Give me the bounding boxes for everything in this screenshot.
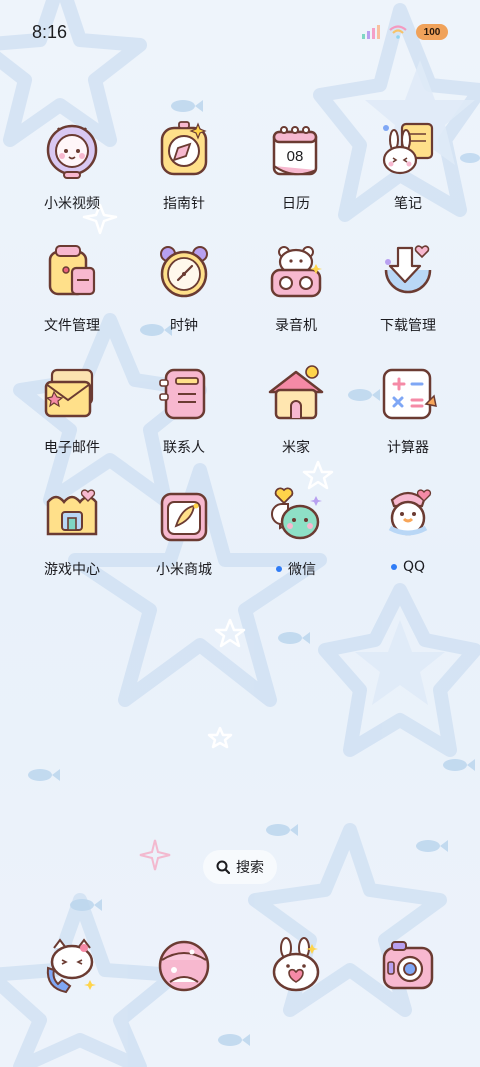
app-label: 小米视频: [44, 196, 100, 212]
app-label: 文件管理: [44, 318, 100, 334]
house-icon: [268, 365, 324, 420]
store-bag-icon: [160, 492, 208, 542]
wifi-icon: [389, 25, 407, 39]
app-contacts[interactable]: 联系人: [128, 356, 240, 478]
app-calendar[interactable]: 08 日历: [240, 112, 352, 234]
app-mi-store[interactable]: 小米商城: [128, 478, 240, 600]
app-clock[interactable]: 时钟: [128, 234, 240, 356]
signal-icon: [362, 25, 380, 39]
new-update-dot: [276, 566, 282, 572]
app-label: 电子邮件: [44, 440, 100, 456]
app-label: 笔记: [394, 196, 422, 212]
calendar-date: 08: [287, 148, 304, 165]
app-notes[interactable]: 笔记: [352, 112, 464, 234]
app-label: 时钟: [170, 318, 198, 334]
app-label: 日历: [282, 196, 310, 212]
message-planet-icon: [158, 940, 210, 992]
wechat-bubble-icon: [270, 487, 322, 540]
app-label: 游戏中心: [44, 562, 100, 578]
app-label: 下载管理: [380, 318, 436, 334]
status-icons: 100: [362, 24, 448, 40]
recorder-bear-icon: [270, 246, 322, 298]
calendar-icon: 08: [272, 126, 318, 176]
phone-kitty-icon: [46, 938, 96, 994]
dock-browser[interactable]: [240, 930, 352, 1010]
app-downloads[interactable]: 下载管理: [352, 234, 464, 356]
dock-messages[interactable]: [128, 930, 240, 1010]
qq-penguin-icon: [388, 489, 432, 536]
app-email[interactable]: 电子邮件: [16, 356, 128, 478]
notes-bunny-icon: [382, 122, 434, 175]
app-label: QQ: [390, 559, 425, 575]
dock-phone[interactable]: [16, 930, 128, 1010]
app-compass[interactable]: 指南针: [128, 112, 240, 234]
status-bar: 8:16 100: [0, 0, 480, 68]
app-label: 微信: [276, 559, 316, 579]
app-grid: 小米视频 指南针 08 日历 笔记 文件管理 时钟 录音机 下载管理 电子邮件 …: [0, 112, 480, 600]
app-file-manager[interactable]: 文件管理: [16, 234, 128, 356]
clock-time: 8:16: [32, 22, 68, 42]
battery-indicator: 100: [416, 24, 448, 40]
app-label: 小米商城: [156, 562, 212, 578]
astronaut-cat-icon: [46, 124, 98, 179]
app-game-center[interactable]: 游戏中心: [16, 478, 128, 600]
app-mi-video[interactable]: 小米视频: [16, 112, 128, 234]
calculator-icon: [382, 368, 437, 420]
search-label: 搜索: [236, 860, 264, 876]
game-castle-icon: [46, 489, 98, 536]
contacts-book-icon: [159, 368, 206, 420]
app-recorder[interactable]: 录音机: [240, 234, 352, 356]
browser-bunny-icon: [272, 937, 320, 992]
folder-bag-icon: [48, 245, 96, 296]
search-icon: [216, 860, 230, 874]
download-icon: [384, 245, 432, 294]
app-wechat[interactable]: 微信: [240, 478, 352, 600]
app-label: 联系人: [163, 440, 205, 456]
search-button[interactable]: 搜索: [203, 850, 277, 884]
compass-icon: [160, 121, 208, 176]
app-qq[interactable]: QQ: [352, 478, 464, 600]
mail-icon: [44, 368, 94, 418]
dock: [0, 930, 480, 1010]
clock-icon: [160, 246, 208, 298]
app-calculator[interactable]: 计算器: [352, 356, 464, 478]
app-mi-home[interactable]: 米家: [240, 356, 352, 478]
app-label: 米家: [282, 440, 310, 456]
app-label: 指南针: [163, 196, 205, 212]
app-label: 计算器: [387, 440, 429, 456]
camera-icon: [382, 941, 434, 990]
new-update-dot: [390, 564, 397, 570]
dock-camera[interactable]: [352, 930, 464, 1010]
app-label: 录音机: [275, 318, 317, 334]
